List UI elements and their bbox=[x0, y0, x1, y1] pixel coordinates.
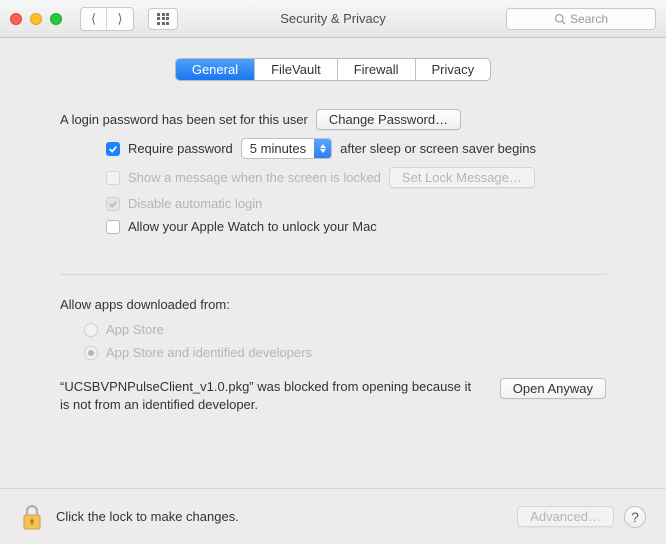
show-message-label: Show a message when the screen is locked bbox=[128, 170, 381, 185]
stepper-icon bbox=[314, 139, 331, 158]
require-password-checkbox[interactable] bbox=[106, 142, 120, 156]
checkmark-icon bbox=[108, 144, 118, 154]
disable-auto-login-row: Disable automatic login bbox=[60, 196, 606, 211]
gatekeeper-heading: Allow apps downloaded from: bbox=[60, 297, 606, 312]
help-icon: ? bbox=[631, 509, 639, 525]
lock-text: Click the lock to make changes. bbox=[56, 509, 239, 524]
search-placeholder: Search bbox=[570, 12, 608, 26]
tab-privacy[interactable]: Privacy bbox=[416, 59, 491, 80]
require-password-delay-value: 5 minutes bbox=[242, 141, 314, 156]
window-controls bbox=[10, 13, 62, 25]
content: General FileVault Firewall Privacy A log… bbox=[0, 38, 666, 413]
apple-watch-row: Allow your Apple Watch to unlock your Ma… bbox=[60, 219, 606, 234]
apple-watch-label: Allow your Apple Watch to unlock your Ma… bbox=[128, 219, 377, 234]
tab-firewall[interactable]: Firewall bbox=[338, 59, 416, 80]
advanced-button: Advanced… bbox=[517, 506, 614, 527]
section-divider bbox=[60, 274, 606, 275]
show-message-checkbox bbox=[106, 171, 120, 185]
require-password-delay-select[interactable]: 5 minutes bbox=[241, 138, 332, 159]
apple-watch-checkbox[interactable] bbox=[106, 220, 120, 234]
nav-back-button[interactable]: ⟨ bbox=[81, 8, 107, 30]
require-password-label: Require password bbox=[128, 141, 233, 156]
radio-appstore-label: App Store bbox=[106, 322, 164, 337]
gatekeeper-option-appstore-row: App Store bbox=[60, 322, 606, 337]
nav-back-forward: ⟨ ⟩ bbox=[80, 7, 134, 31]
tab-filevault[interactable]: FileVault bbox=[255, 59, 338, 80]
minimize-window-button[interactable] bbox=[30, 13, 42, 25]
show-all-prefs-button[interactable] bbox=[148, 8, 178, 30]
general-section: A login password has been set for this u… bbox=[28, 109, 638, 413]
show-message-row: Show a message when the screen is locked… bbox=[60, 167, 606, 188]
login-password-text: A login password has been set for this u… bbox=[60, 112, 308, 127]
disable-auto-login-checkbox bbox=[106, 197, 120, 211]
lock-icon[interactable] bbox=[20, 503, 44, 531]
set-lock-message-button: Set Lock Message… bbox=[389, 167, 535, 188]
chevron-right-icon: ⟩ bbox=[117, 11, 122, 27]
blocked-app-message: “UCSBVPNPulseClient_v1.0.pkg” was blocke… bbox=[60, 378, 480, 413]
radio-identified bbox=[84, 346, 98, 360]
checkmark-icon bbox=[108, 199, 118, 209]
gatekeeper-option-identified-row: App Store and identified developers bbox=[60, 345, 606, 360]
footer: Click the lock to make changes. Advanced… bbox=[0, 488, 666, 544]
require-password-suffix: after sleep or screen saver begins bbox=[340, 141, 536, 156]
tab-bar: General FileVault Firewall Privacy bbox=[28, 58, 638, 81]
search-icon bbox=[554, 13, 566, 25]
radio-appstore bbox=[84, 323, 98, 337]
close-window-button[interactable] bbox=[10, 13, 22, 25]
titlebar: ⟨ ⟩ Security & Privacy Search bbox=[0, 0, 666, 38]
tab-general[interactable]: General bbox=[176, 59, 255, 80]
blocked-app-row: “UCSBVPNPulseClient_v1.0.pkg” was blocke… bbox=[60, 378, 606, 413]
radio-identified-label: App Store and identified developers bbox=[106, 345, 312, 360]
login-password-row: A login password has been set for this u… bbox=[60, 109, 606, 130]
nav-forward-button[interactable]: ⟩ bbox=[107, 8, 133, 30]
disable-auto-login-label: Disable automatic login bbox=[128, 196, 262, 211]
open-anyway-button[interactable]: Open Anyway bbox=[500, 378, 606, 399]
require-password-row: Require password 5 minutes after sleep o… bbox=[60, 138, 606, 159]
search-input[interactable]: Search bbox=[506, 8, 656, 30]
help-button[interactable]: ? bbox=[624, 506, 646, 528]
change-password-button[interactable]: Change Password… bbox=[316, 109, 461, 130]
chevron-left-icon: ⟨ bbox=[91, 11, 96, 27]
zoom-window-button[interactable] bbox=[50, 13, 62, 25]
segmented-control: General FileVault Firewall Privacy bbox=[175, 58, 491, 81]
grid-icon bbox=[157, 13, 169, 25]
